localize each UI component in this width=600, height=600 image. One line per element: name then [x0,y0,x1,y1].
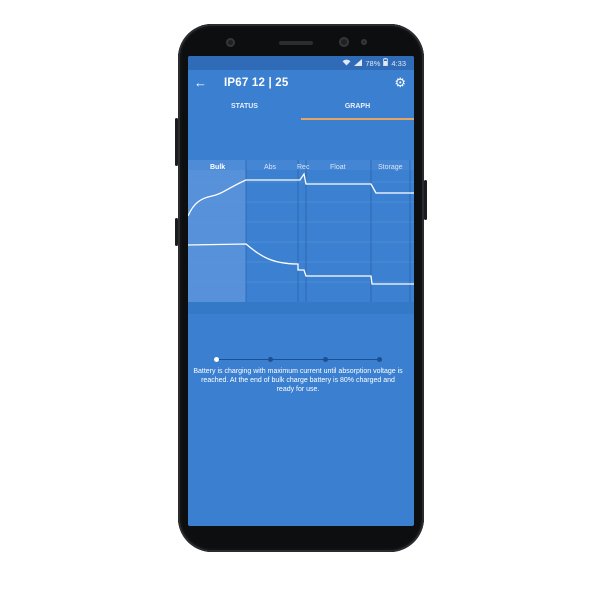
status-bar: 78% 4:33 [188,56,414,70]
back-arrow-icon[interactable]: ← [194,75,207,91]
tab-bar: STATUS GRAPH [188,98,414,120]
iris-sensor [361,39,367,45]
phase-heading: Bulk charge [65,336,161,356]
phase-label-bulk: Bulk [210,164,226,171]
graph-footer-band [188,302,414,314]
phase-label-abs: Abs [264,164,277,171]
battery-level: 78% [365,58,381,68]
step-dot-2[interactable] [268,357,273,362]
active-phase-highlight [188,160,246,302]
phone-speaker [279,41,313,45]
signal-icon [354,58,363,68]
phase-label-rec: Rec [297,164,310,171]
phase-label-float: Float [330,164,346,171]
step-dot-1[interactable] [214,357,219,362]
clock: 4:33 [391,58,406,68]
app-bar: ← IP67 12 | 25 ⚙ [188,70,414,98]
charge-cycle-graph: Bulk Abs Rec Float Storage [188,160,414,314]
wifi-icon [342,59,351,68]
step-dot-3[interactable] [323,357,328,362]
app-screen: 78% 4:33 ← IP67 12 | 25 ⚙ STATUS GRAPH B… [188,56,414,526]
phase-separators [245,160,411,302]
gear-icon[interactable]: ⚙ [394,75,406,91]
phase-label-storage: Storage [378,164,403,171]
bixby-button [175,218,178,246]
tab-selected-indicator [301,118,414,120]
step-track [216,359,382,360]
front-sensor [339,37,349,47]
device-title: IP67 12 | 25 [224,77,289,89]
phase-description: Battery is charging with maximum current… [193,368,403,393]
power-button [424,180,427,220]
battery-icon [383,58,389,68]
volume-button [175,118,178,166]
tab-graph[interactable]: GRAPH [301,98,414,120]
charge-curve-chart [188,160,414,314]
front-camera [226,38,235,47]
phase-step-indicator [214,356,384,364]
step-dot-4[interactable] [377,357,382,362]
tab-status[interactable]: STATUS [188,98,301,120]
